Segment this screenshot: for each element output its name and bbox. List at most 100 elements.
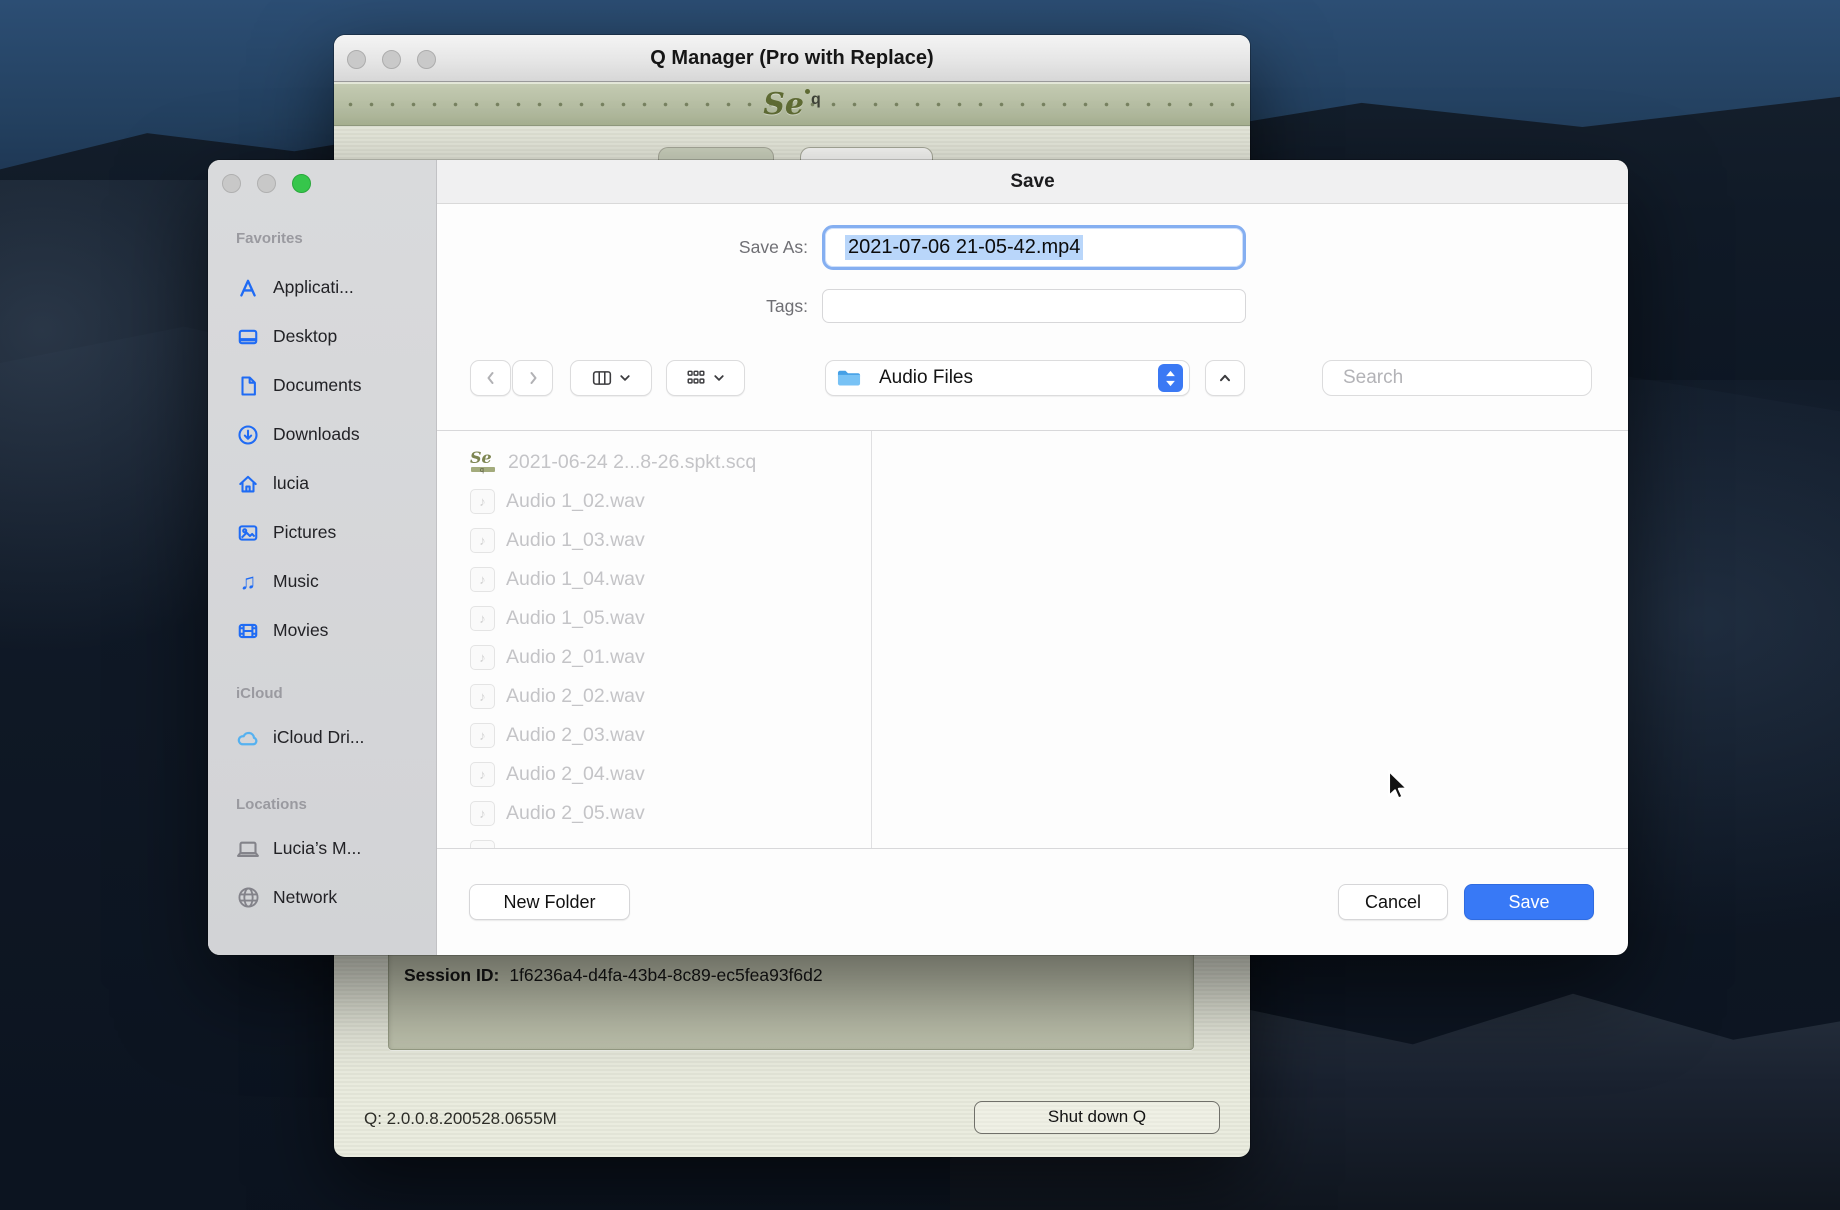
- se-logo: Se q: [334, 83, 1250, 126]
- audio-file-icon: ♪: [470, 567, 495, 592]
- audio-file-icon: ♪: [470, 645, 495, 670]
- audio-file-icon: ♪: [470, 723, 495, 748]
- column-divider: [871, 431, 872, 848]
- sidebar-item-pictures[interactable]: Pictures: [236, 508, 436, 557]
- sidebar-item-label: Documents: [273, 375, 362, 396]
- save-as-label: Save As:: [628, 237, 808, 258]
- globe-icon: [236, 886, 260, 910]
- view-columns-button[interactable]: [570, 360, 652, 396]
- sidebar-item-label: Lucia’s M...: [273, 838, 361, 859]
- sidebar-item-label: Downloads: [273, 424, 360, 445]
- file-name: 2021-06-24 2...8-26.spkt.scq: [508, 451, 756, 474]
- sidebar-item-icloud-drive[interactable]: iCloud Dri...: [236, 713, 436, 762]
- screen: Q Manager (Pro with Replace) Se q Settin…: [0, 0, 1840, 1210]
- sidebar-item-label: iCloud Dri...: [273, 727, 364, 748]
- audio-file-icon: ♪: [470, 489, 495, 514]
- minimize-button[interactable]: [257, 174, 276, 193]
- audio-file-icon: ♪: [470, 606, 495, 631]
- se-logo-badge: q: [811, 91, 821, 109]
- cancel-button[interactable]: Cancel: [1338, 884, 1448, 920]
- group-by-button[interactable]: [666, 360, 745, 396]
- file-name: Audio 1_03.wav: [506, 529, 645, 552]
- tags-label: Tags:: [628, 296, 808, 317]
- sidebar-item-music[interactable]: ♫ Music: [236, 557, 436, 606]
- forward-button[interactable]: [512, 360, 553, 396]
- save-button[interactable]: Save: [1464, 884, 1594, 920]
- file-name: Audio 1_05.wav: [506, 607, 645, 630]
- filename-input[interactable]: 2021-07-06 21-05-42.mp4: [822, 225, 1246, 270]
- file-list: Seq 2021-06-24 2...8-26.spkt.scq ♪ Audio…: [450, 431, 870, 848]
- sidebar-item-documents[interactable]: Documents: [236, 361, 436, 410]
- file-name: Audio 1_02.wav: [506, 490, 645, 513]
- folder-dropdown[interactable]: Audio Files: [825, 360, 1190, 396]
- pictures-icon: [236, 521, 260, 545]
- file-row: ♪ Audio 1_02.wav: [470, 482, 870, 521]
- sidebar-item-movies[interactable]: Movies: [236, 606, 436, 655]
- shutdown-q-button[interactable]: Shut down Q: [974, 1101, 1220, 1134]
- file-name: Audio 2_02.wav: [506, 685, 645, 708]
- movies-icon: [236, 619, 260, 643]
- search-field[interactable]: [1322, 360, 1592, 396]
- file-row: ♪ Audio 2_03.wav: [470, 716, 870, 755]
- chevron-up-icon: [1217, 370, 1233, 386]
- mouse-cursor: [1383, 768, 1413, 804]
- search-input[interactable]: [1341, 366, 1590, 390]
- q-manager-title: Q Manager (Pro with Replace): [334, 35, 1250, 82]
- sidebar-item-downloads[interactable]: Downloads: [236, 410, 436, 459]
- appstore-icon: [236, 276, 260, 300]
- laptop-icon: [236, 837, 260, 861]
- new-folder-button[interactable]: New Folder: [469, 884, 630, 920]
- folder-dropdown-label: Audio Files: [879, 367, 1151, 389]
- partial-file-row: ♪: [470, 833, 870, 848]
- file-name: Audio 2_05.wav: [506, 802, 645, 825]
- sidebar-item-lucias-mac[interactable]: Lucia’s M...: [236, 824, 436, 873]
- sidebar-section-icloud: iCloud: [236, 685, 436, 705]
- sidebar-item-network[interactable]: Network: [236, 873, 436, 922]
- audio-file-icon: ♪: [470, 801, 495, 826]
- list-border-bottom: [437, 848, 1628, 849]
- stepper-up-icon: [1165, 370, 1176, 377]
- file-row: Seq 2021-06-24 2...8-26.spkt.scq: [470, 443, 870, 482]
- chevron-down-icon: [619, 372, 631, 384]
- sidebar-section-favorites: Favorites: [236, 230, 436, 250]
- sidebar-section-locations: Locations: [236, 796, 436, 816]
- sidebar-item-applications[interactable]: Applicati...: [236, 263, 436, 312]
- chevron-left-icon: [483, 370, 499, 386]
- file-name: Audio 2_03.wav: [506, 724, 645, 747]
- sidebar-item-label: Desktop: [273, 326, 337, 347]
- audio-file-icon: ♪: [470, 528, 495, 553]
- tags-input[interactable]: [822, 289, 1246, 323]
- zoom-button[interactable]: [292, 174, 311, 193]
- version-text: Q: 2.0.0.8.200528.0655M: [364, 1109, 557, 1129]
- file-name: Audio 2_04.wav: [506, 763, 645, 786]
- file-row: ♪ Audio 2_05.wav: [470, 794, 870, 833]
- sidebar-item-label: Music: [273, 571, 319, 592]
- dialog-sidebar: Favorites Applicati... Desktop: [208, 160, 437, 955]
- session-id-row: Session ID:1f6236a4-d4fa-43b4-8c89-ec5fe…: [404, 965, 823, 986]
- music-icon: ♫: [236, 570, 260, 594]
- dialog-traffic-lights: [222, 174, 311, 193]
- file-row: ♪ Audio 2_04.wav: [470, 755, 870, 794]
- document-icon: [236, 374, 260, 398]
- back-button[interactable]: [470, 360, 511, 396]
- downloads-icon: [236, 423, 260, 447]
- sidebar-item-label: Pictures: [273, 522, 336, 543]
- session-id-label: Session ID:: [404, 965, 499, 985]
- file-row: ♪ Audio 2_01.wav: [470, 638, 870, 677]
- se-logo-text: Se: [763, 87, 804, 122]
- stepper-down-icon: [1165, 380, 1176, 387]
- folder-stepper[interactable]: [1158, 364, 1183, 392]
- sidebar-item-desktop[interactable]: Desktop: [236, 312, 436, 361]
- columns-view-icon: [592, 369, 612, 387]
- sidebar-item-home[interactable]: lucia: [236, 459, 436, 508]
- audio-file-icon: ♪: [470, 762, 495, 787]
- sidebar-item-label: Network: [273, 887, 337, 908]
- chevron-right-icon: [525, 370, 541, 386]
- close-button[interactable]: [222, 174, 241, 193]
- folder-icon: [836, 367, 862, 389]
- sidebar-item-label: Applicati...: [273, 277, 354, 298]
- save-dialog: Favorites Applicati... Desktop: [208, 160, 1628, 955]
- icloud-icon: [236, 726, 260, 750]
- parent-folder-button[interactable]: [1205, 360, 1245, 396]
- audio-file-icon: ♪: [470, 684, 495, 709]
